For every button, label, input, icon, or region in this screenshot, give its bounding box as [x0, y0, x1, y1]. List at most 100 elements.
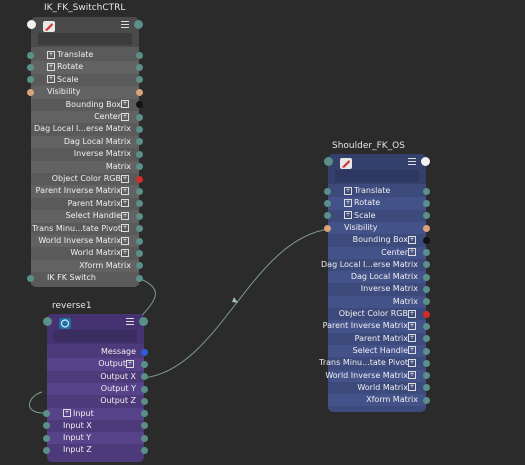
attribute-row[interactable]: Dag Local I...erse Matrix	[31, 123, 143, 136]
input-port[interactable]	[324, 187, 331, 195]
attribute-row[interactable]: Output+	[47, 358, 148, 371]
expand-icon[interactable]: +	[121, 248, 129, 257]
output-port[interactable]	[423, 273, 430, 281]
output-port[interactable]	[136, 88, 143, 96]
attribute-row[interactable]: Output X	[47, 370, 148, 383]
input-port[interactable]	[324, 199, 331, 207]
node-right-top-port[interactable]	[139, 317, 148, 326]
output-port[interactable]	[136, 175, 143, 183]
expand-icon[interactable]: +	[344, 186, 352, 195]
node-shoulder-fk-os[interactable]: + Translate + Rotate + Scale Visibility Boundin…	[319, 154, 430, 412]
input-port[interactable]	[27, 51, 34, 59]
output-port[interactable]	[141, 385, 148, 393]
attribute-row[interactable]: World Matrix+	[328, 381, 430, 395]
attribute-row[interactable]: Select Handle+	[31, 210, 143, 223]
attribute-row[interactable]: Visibility	[27, 86, 143, 99]
expand-icon[interactable]: +	[408, 371, 416, 379]
attribute-row[interactable]: Dag Local Matrix	[31, 135, 143, 149]
expand-icon[interactable]: +	[121, 174, 129, 183]
attribute-row[interactable]: Dag Local I...erse Matrix	[321, 258, 430, 272]
expand-icon[interactable]: +	[63, 409, 71, 417]
input-port[interactable]	[43, 422, 50, 430]
node-right-top-port[interactable]	[134, 20, 143, 29]
expand-icon[interactable]: +	[121, 224, 129, 233]
expand-icon[interactable]: +	[121, 199, 129, 208]
attribute-row[interactable]: World Matrix+	[31, 247, 143, 260]
attribute-row[interactable]: World Inverse Matrix+	[325, 369, 430, 382]
attribute-row[interactable]: + Rotate	[27, 61, 143, 74]
attribute-row[interactable]: Parent Inverse Matrix+	[31, 185, 143, 198]
attribute-row[interactable]: Output Y	[47, 382, 148, 396]
attribute-row[interactable]: Center+	[31, 111, 143, 124]
output-port[interactable]	[423, 347, 430, 355]
attribute-row[interactable]: + Input	[43, 407, 148, 420]
expand-icon[interactable]: +	[121, 100, 129, 109]
input-port[interactable]	[43, 410, 50, 418]
output-port[interactable]	[423, 322, 430, 330]
output-port[interactable]	[423, 236, 430, 244]
expand-icon[interactable]: +	[121, 112, 129, 121]
menu-icon[interactable]	[121, 21, 129, 29]
expand-icon[interactable]: +	[344, 198, 352, 207]
attribute-row[interactable]: Xform Matrix	[328, 394, 430, 407]
node-header[interactable]	[328, 154, 426, 184]
expand-icon[interactable]: +	[408, 309, 416, 318]
attribute-row[interactable]: World Inverse Matrix+	[31, 235, 143, 248]
input-port[interactable]	[27, 274, 34, 282]
menu-icon[interactable]	[408, 158, 416, 166]
expand-icon[interactable]: +	[47, 75, 55, 84]
attribute-row[interactable]: Inverse Matrix	[328, 283, 430, 296]
output-port[interactable]	[141, 397, 148, 405]
output-port[interactable]	[136, 113, 143, 121]
output-port[interactable]	[423, 310, 430, 318]
expand-icon[interactable]: +	[408, 334, 416, 343]
output-port[interactable]	[136, 51, 143, 59]
attribute-row[interactable]: Bounding Box+	[328, 234, 430, 247]
attribute-row[interactable]: Matrix	[31, 160, 143, 173]
output-port[interactable]	[141, 360, 148, 368]
attribute-row[interactable]: Parent Matrix+	[31, 197, 143, 211]
expand-icon[interactable]: +	[344, 211, 352, 220]
node-name-field[interactable]	[38, 33, 132, 45]
output-port[interactable]	[423, 396, 430, 404]
attribute-row[interactable]: Input X	[43, 419, 148, 433]
node-name-field[interactable]	[335, 170, 419, 182]
expand-icon[interactable]: +	[408, 235, 416, 244]
attribute-row[interactable]: Center+	[328, 246, 430, 259]
attribute-row[interactable]: Parent Matrix+	[328, 332, 430, 345]
attribute-row[interactable]: Trans Minu...tate Pivot+	[31, 222, 143, 235]
output-port[interactable]	[141, 348, 148, 356]
output-port[interactable]	[136, 212, 143, 220]
node-reverse1[interactable]: Message Output+ Output X Output Y Output Z + I…	[43, 314, 148, 462]
attribute-row[interactable]: Parent Inverse Matrix+	[323, 320, 430, 333]
expand-icon[interactable]: +	[47, 50, 55, 59]
node-right-top-port[interactable]	[421, 157, 430, 166]
attribute-row[interactable]: Object Color RGB+	[31, 173, 143, 186]
expand-icon[interactable]: +	[121, 186, 129, 195]
menu-icon[interactable]	[126, 318, 134, 326]
output-port[interactable]	[141, 447, 148, 455]
attribute-row[interactable]: Inverse Matrix	[31, 148, 143, 161]
node-header[interactable]	[31, 17, 139, 47]
node-left-top-port[interactable]	[324, 157, 333, 166]
attribute-row[interactable]: Matrix	[328, 295, 430, 308]
input-port[interactable]	[43, 447, 50, 455]
input-port[interactable]	[27, 88, 34, 96]
attribute-row[interactable]: + Translate	[27, 49, 143, 62]
output-port[interactable]	[423, 359, 430, 367]
input-port[interactable]	[27, 64, 34, 72]
input-port[interactable]	[43, 434, 50, 442]
expand-icon[interactable]: +	[408, 321, 416, 330]
expand-icon[interactable]: +	[408, 358, 416, 367]
input-port[interactable]	[27, 76, 34, 84]
input-port[interactable]	[324, 224, 331, 232]
attribute-row[interactable]: Bounding Box+	[31, 98, 143, 111]
output-port[interactable]	[423, 286, 430, 294]
attribute-row[interactable]: Object Color RGB+	[328, 308, 430, 321]
expand-icon[interactable]: +	[408, 248, 416, 256]
expand-icon[interactable]: +	[408, 346, 416, 355]
attribute-row[interactable]: Output Z	[47, 395, 148, 408]
attribute-row[interactable]: Input Y	[43, 432, 148, 445]
attribute-row[interactable]: + Rotate	[324, 197, 430, 210]
output-port[interactable]	[423, 199, 430, 207]
